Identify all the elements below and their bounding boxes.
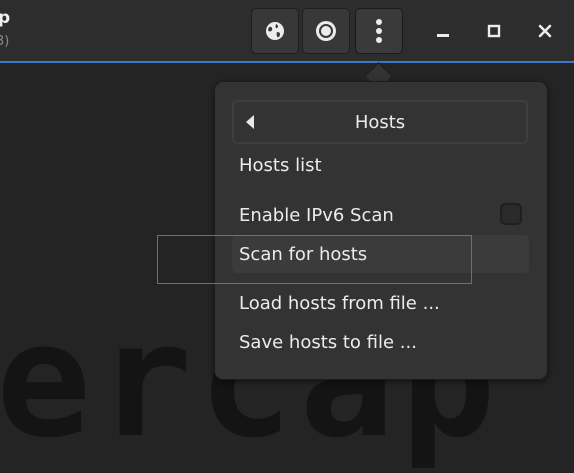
submenu-title: Hosts (354, 111, 406, 133)
menu-item-enable-ipv6-scan[interactable]: Enable IPv6 Scan (232, 196, 529, 234)
header-accent-line (0, 61, 574, 63)
record-button[interactable] (302, 8, 350, 54)
menu-item-label: Save hosts to file ... (239, 331, 417, 353)
menu-item-label: Load hosts from file ... (239, 292, 440, 314)
header-bar: p 3) (0, 0, 574, 61)
vertical-ellipsis-icon (376, 19, 382, 43)
globe-button[interactable] (251, 8, 299, 54)
ipv6-scan-checkbox[interactable] (500, 203, 522, 225)
record-icon (316, 21, 336, 41)
chevron-left-icon (246, 115, 254, 129)
submenu-back-button[interactable]: Hosts (232, 100, 528, 144)
minimize-icon (437, 34, 449, 37)
menu-item-load-hosts[interactable]: Load hosts from file ... (232, 284, 529, 322)
menu-item-label: Enable IPv6 Scan (239, 204, 394, 226)
window-title: p (0, 8, 11, 28)
menu-item-save-hosts[interactable]: Save hosts to file ... (232, 323, 529, 361)
minimize-button[interactable] (426, 13, 460, 49)
menu-item-hosts-list[interactable]: Hosts list (232, 146, 529, 184)
maximize-icon (487, 24, 501, 38)
highlight-box (157, 235, 472, 284)
maximize-button[interactable] (477, 13, 511, 49)
window-subtitle: 3) (0, 34, 10, 49)
menu-item-label: Hosts list (239, 154, 322, 176)
main-menu-button[interactable] (355, 8, 403, 54)
close-button[interactable] (528, 13, 562, 49)
globe-icon (266, 22, 284, 40)
close-icon (538, 24, 552, 38)
